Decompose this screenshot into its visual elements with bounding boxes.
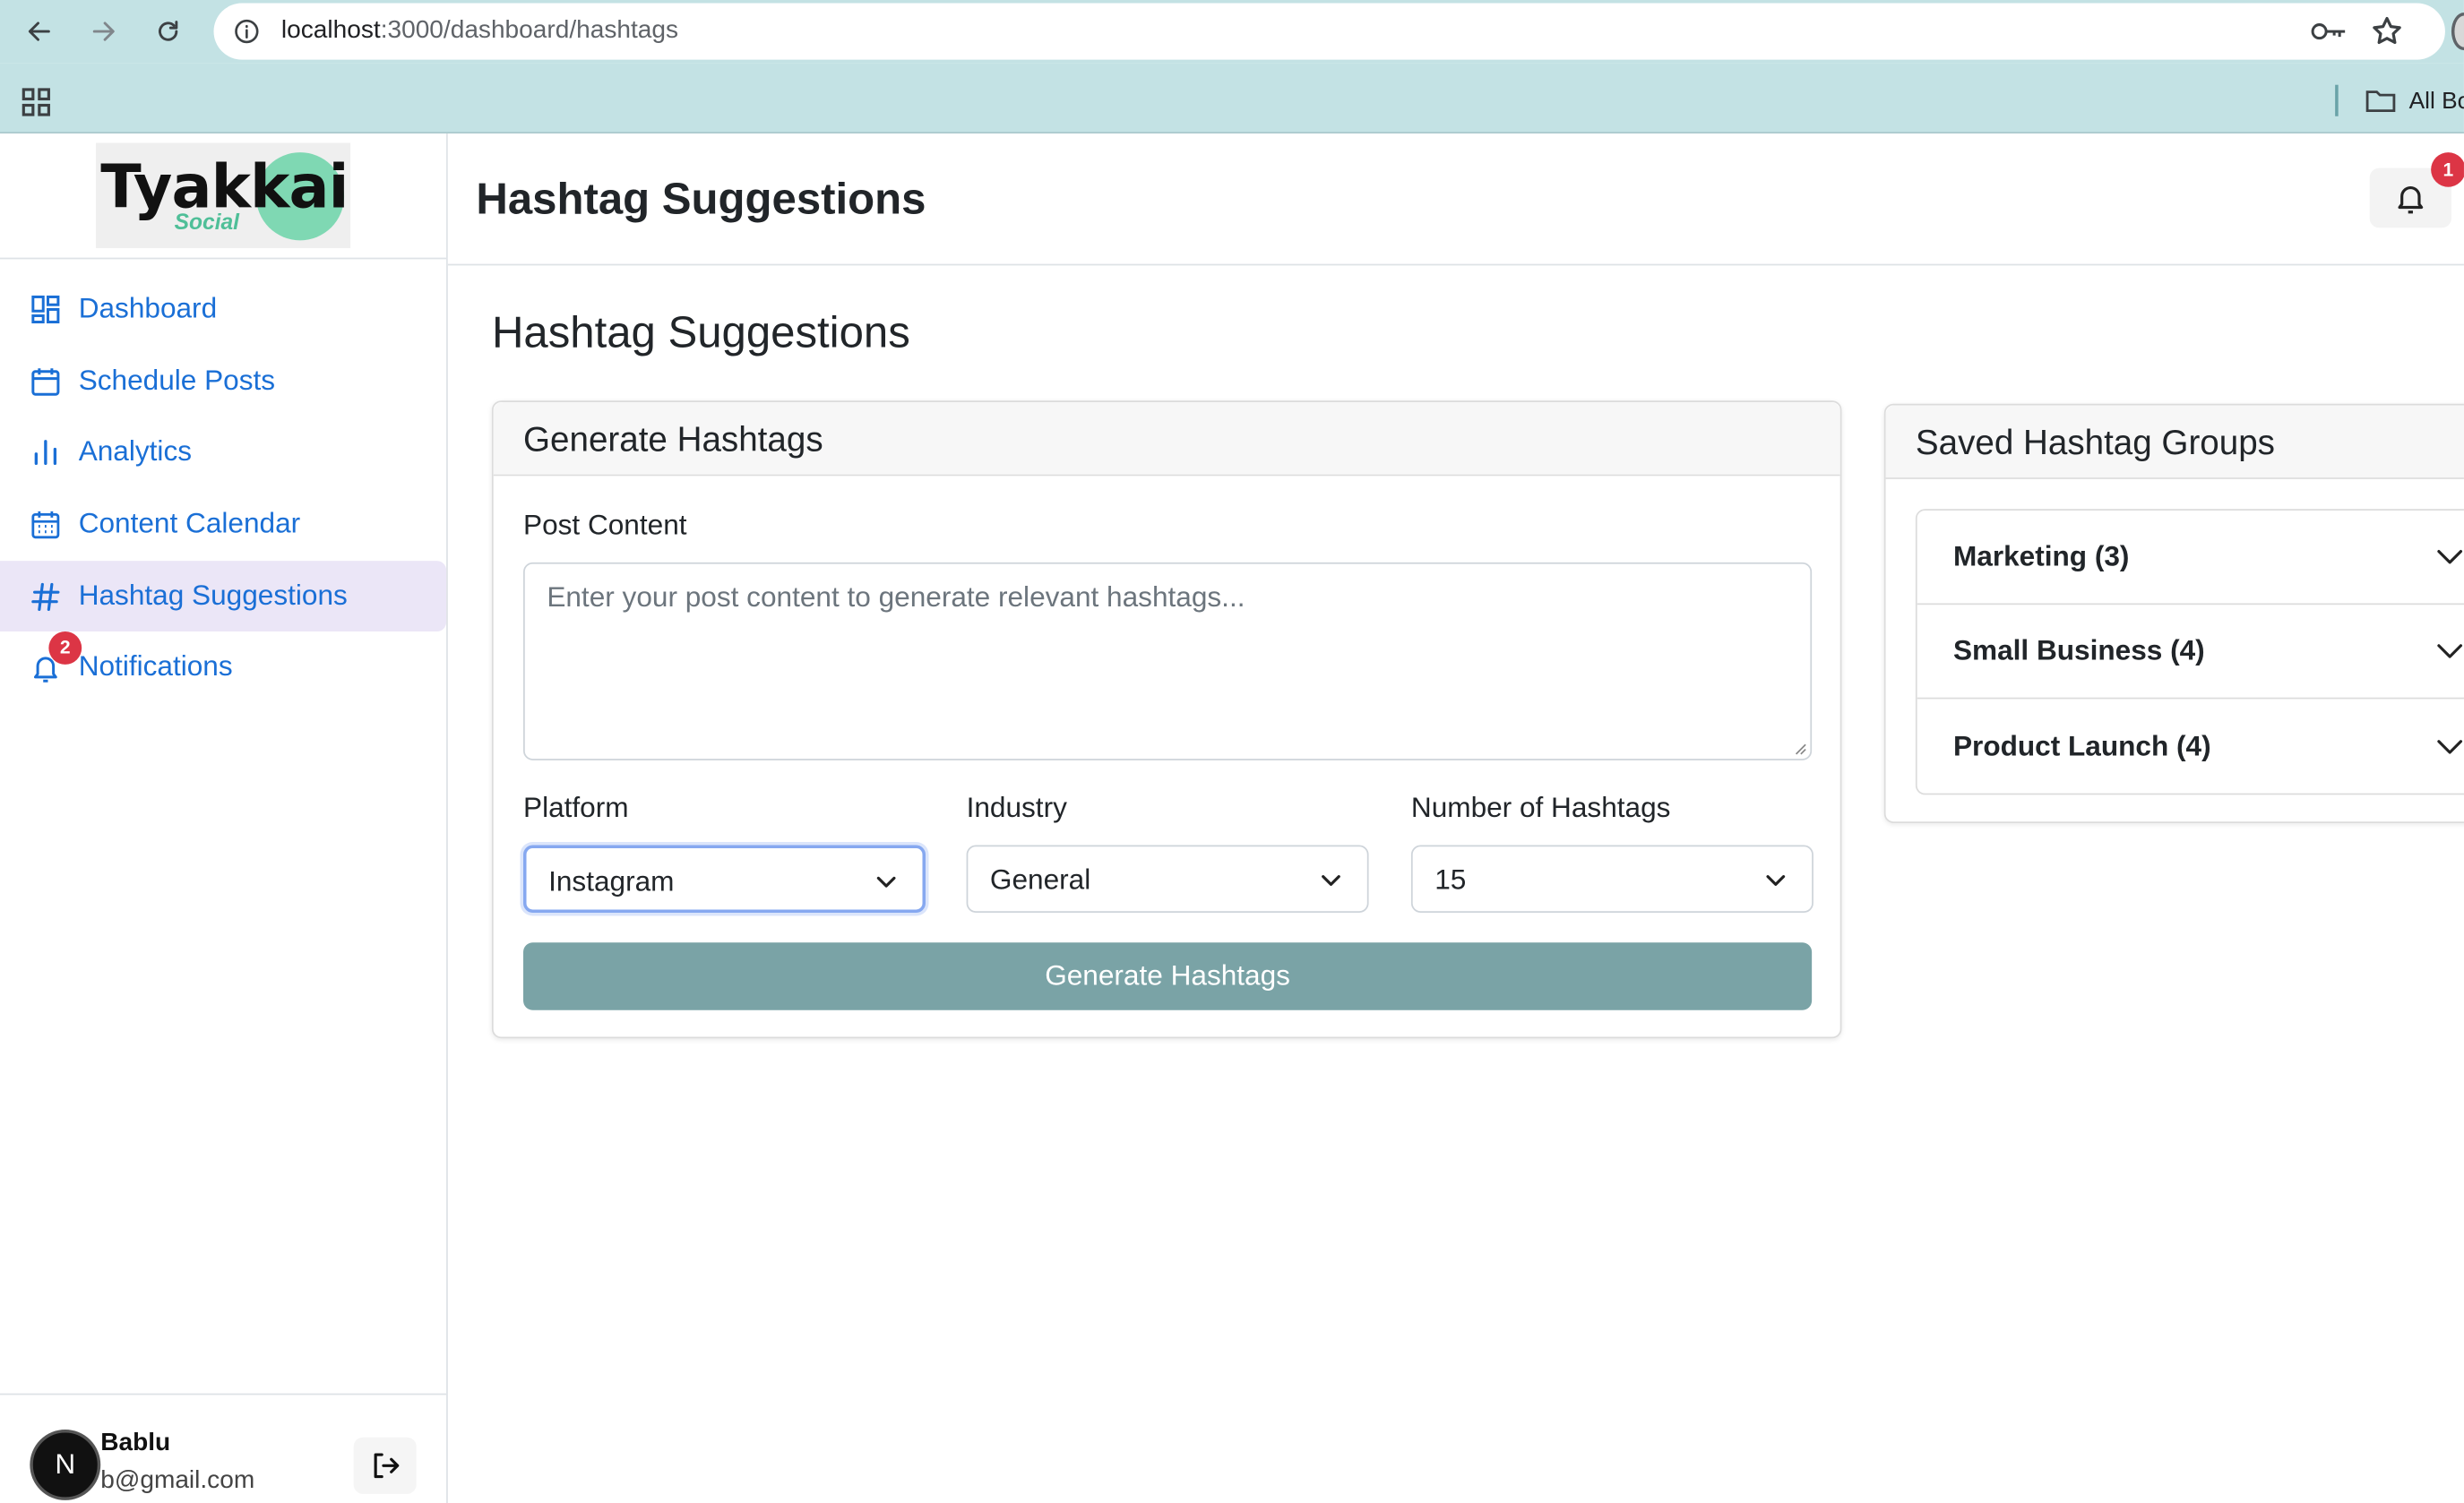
- folder-icon: [2365, 90, 2396, 113]
- hashtag-group-label: Small Business (4): [1952, 634, 2205, 666]
- industry-value: General: [989, 863, 1091, 896]
- avatar[interactable]: N: [30, 1429, 101, 1500]
- chevron-down-icon: [1322, 875, 1340, 886]
- platform-label: Platform: [523, 791, 629, 823]
- sidebar-item-label: Content Calendar: [78, 507, 301, 539]
- card-header: Saved Hashtag Groups: [1885, 405, 2464, 479]
- hashtag-group-marketing[interactable]: Marketing (3): [1917, 511, 2464, 605]
- arrow-right-icon: [92, 21, 115, 41]
- chevron-down-icon: [2437, 740, 2463, 754]
- logout-icon: [374, 1453, 400, 1479]
- industry-label: Industry: [966, 791, 1067, 823]
- hashtag-count-select[interactable]: 15: [1410, 845, 1814, 913]
- bell-icon: [2398, 186, 2424, 214]
- profile-icon[interactable]: [2451, 13, 2464, 51]
- user-profile: N Bablu b@gmail.com: [0, 1393, 447, 1503]
- sidebar-item-dashboard[interactable]: Dashboard: [0, 273, 446, 344]
- back-button[interactable]: [21, 13, 58, 50]
- chevron-down-icon: [876, 876, 896, 888]
- card-title: Generate Hashtags: [523, 419, 823, 459]
- sidebar-divider: [0, 257, 447, 260]
- logo[interactable]: Tyakkai Social: [95, 142, 351, 249]
- sidebar-item-label: Notifications: [78, 650, 233, 683]
- sidebar-item-hashtag-suggestions[interactable]: Hashtag Suggestions: [0, 561, 447, 632]
- page-title: Hashtag Suggestions: [476, 174, 926, 224]
- resize-handle-icon[interactable]: [1791, 740, 1807, 756]
- notification-count-badge: 1: [2431, 152, 2464, 187]
- hashtag-groups-accordion: Marketing (3) Small Business (4) Product…: [1915, 509, 2464, 795]
- notification-count-badge: 2: [48, 631, 82, 664]
- sidebar-item-label: Hashtag Suggestions: [78, 580, 348, 612]
- sidebar-item-content-calendar[interactable]: Content Calendar: [0, 488, 446, 559]
- sidebar-item-label: Dashboard: [78, 292, 218, 324]
- sidebar-item-label: Analytics: [78, 434, 193, 467]
- post-content-textarea[interactable]: Enter your post content to generate rele…: [523, 562, 1813, 760]
- sidebar: Tyakkai Social Dashboard Schedule Posts …: [0, 133, 448, 1503]
- address-bar[interactable]: localhost:3000/dashboard/hashtags: [213, 3, 2445, 60]
- industry-select[interactable]: General: [966, 845, 1369, 913]
- reload-icon: [159, 21, 178, 41]
- forward-button[interactable]: [85, 13, 123, 50]
- hashtag-group-label: Product Launch (4): [1952, 730, 2211, 762]
- chevron-down-icon: [1766, 875, 1786, 886]
- calendar-icon: [30, 365, 61, 397]
- url-text: localhost:3000/dashboard/hashtags: [280, 17, 679, 45]
- saved-hashtag-groups-card: Saved Hashtag Groups Marketing (3) Small…: [1883, 403, 2464, 823]
- hashtag-count-value: 15: [1434, 863, 1467, 896]
- generate-hashtags-card: Generate Hashtags Post Content Enter you…: [491, 400, 1842, 1039]
- top-header: Hashtag Suggestions 1: [447, 133, 2464, 266]
- dashboard-icon: [30, 293, 61, 324]
- bookmarks-bar: All Bo: [0, 63, 2464, 134]
- browser-toolbar: localhost:3000/dashboard/hashtags: [0, 0, 2464, 64]
- bookmarks-divider: [2335, 84, 2339, 116]
- bell-icon: 2: [30, 631, 82, 683]
- bar-chart-icon: [30, 436, 61, 468]
- sidebar-item-schedule-posts[interactable]: Schedule Posts: [0, 346, 446, 417]
- sidebar-item-notifications[interactable]: 2 Notifications: [0, 631, 446, 702]
- chevron-down-icon: [2437, 550, 2463, 564]
- sidebar-item-analytics[interactable]: Analytics: [0, 417, 446, 487]
- hashtag-group-product-launch[interactable]: Product Launch (4): [1917, 700, 2464, 793]
- logo-subtext: Social: [174, 209, 240, 235]
- hashtag-group-label: Marketing (3): [1952, 540, 2130, 572]
- calendar-grid-icon: [30, 508, 61, 539]
- user-name: Bablu: [100, 1429, 171, 1456]
- post-content-placeholder: Enter your post content to generate rele…: [547, 580, 1245, 613]
- apps-grid-icon[interactable]: [21, 86, 52, 117]
- bookmark-star-icon[interactable]: [2370, 14, 2405, 49]
- section-heading: Hashtag Suggestions: [491, 307, 910, 357]
- hashtag-count-label: Number of Hashtags: [1410, 791, 1671, 823]
- hashtag-group-small-business[interactable]: Small Business (4): [1917, 605, 2464, 700]
- post-content-label: Post Content: [523, 509, 687, 541]
- chevron-down-icon: [2437, 644, 2463, 658]
- hashtag-icon: [30, 580, 61, 612]
- site-info-icon[interactable]: [233, 17, 262, 46]
- generate-hashtags-button[interactable]: Generate Hashtags: [523, 942, 1813, 1010]
- platform-select[interactable]: Instagram: [523, 845, 926, 913]
- reload-button[interactable]: [150, 13, 187, 50]
- user-email: b@gmail.com: [100, 1467, 255, 1494]
- platform-value: Instagram: [548, 865, 675, 898]
- password-key-icon[interactable]: [2310, 16, 2348, 47]
- logout-button[interactable]: [353, 1437, 417, 1494]
- card-header: Generate Hashtags: [493, 401, 1840, 477]
- arrow-left-icon: [28, 21, 50, 41]
- all-bookmarks-link[interactable]: All Bo: [2409, 88, 2464, 115]
- card-title: Saved Hashtag Groups: [1915, 422, 2275, 462]
- sidebar-item-label: Schedule Posts: [78, 364, 276, 396]
